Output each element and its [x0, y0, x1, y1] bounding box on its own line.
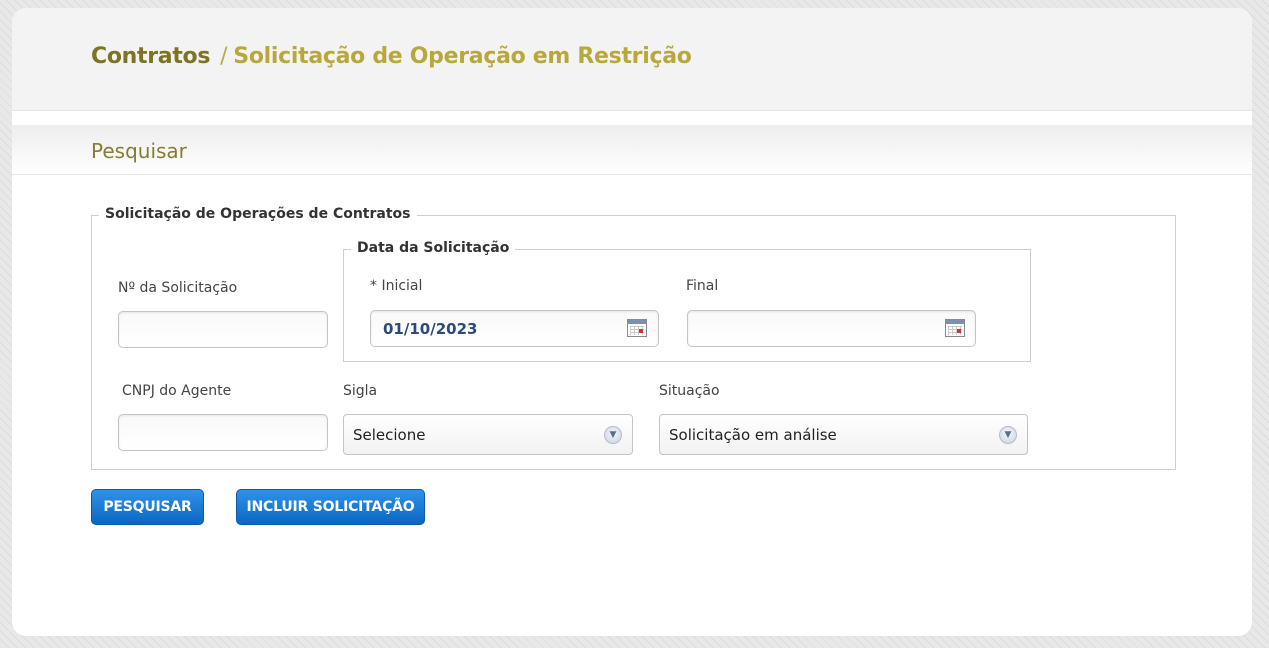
calendar-icon[interactable]: [945, 319, 965, 337]
inicial-label: * Inicial: [370, 278, 423, 294]
final-label: Final: [686, 278, 719, 294]
calendar-icon[interactable]: [627, 319, 647, 337]
sigla-select[interactable]: Selecione ▼: [343, 414, 633, 455]
calendar-grid: [630, 326, 644, 335]
chevron-down-icon: ▼: [999, 426, 1017, 444]
search-section-bar: Pesquisar: [12, 125, 1252, 175]
page-header: Contratos / Solicitação de Operação em Res…: [12, 8, 1252, 111]
breadcrumb-contratos[interactable]: Contratos: [91, 44, 210, 69]
sigla-selected-value: Selecione: [353, 426, 426, 444]
main-card: Contratos / Solicitação de Operação em Res…: [12, 8, 1252, 636]
breadcrumb-separator: /: [220, 44, 228, 69]
breadcrumb: Contratos / Solicitação de Operação em Res…: [91, 44, 692, 69]
pesquisar-button[interactable]: PESQUISAR: [91, 489, 204, 525]
chevron-down-icon: ▼: [604, 426, 622, 444]
numero-input[interactable]: [118, 311, 328, 348]
operations-legend: Solicitação de Operações de Contratos: [99, 206, 417, 222]
cnpj-input[interactable]: [118, 414, 328, 451]
cnpj-label: CNPJ do Agente: [122, 383, 232, 399]
page-title: Solicitação de Operação em Restrição: [233, 44, 692, 69]
situacao-selected-value: Solicitação em análise: [669, 426, 837, 444]
inicial-date-input[interactable]: [370, 310, 659, 347]
section-title: Pesquisar: [91, 139, 187, 163]
final-date-input[interactable]: [687, 310, 976, 347]
sigla-label: Sigla: [343, 383, 378, 399]
date-legend: Data da Solicitação: [351, 240, 516, 256]
numero-label: Nº da Solicitação: [118, 280, 238, 296]
situacao-select[interactable]: Solicitação em análise ▼: [659, 414, 1028, 455]
situacao-label: Situação: [659, 383, 720, 399]
incluir-solicitacao-button[interactable]: INCLUIR SOLICITAÇÃO: [236, 489, 425, 525]
calendar-grid: [948, 326, 962, 335]
